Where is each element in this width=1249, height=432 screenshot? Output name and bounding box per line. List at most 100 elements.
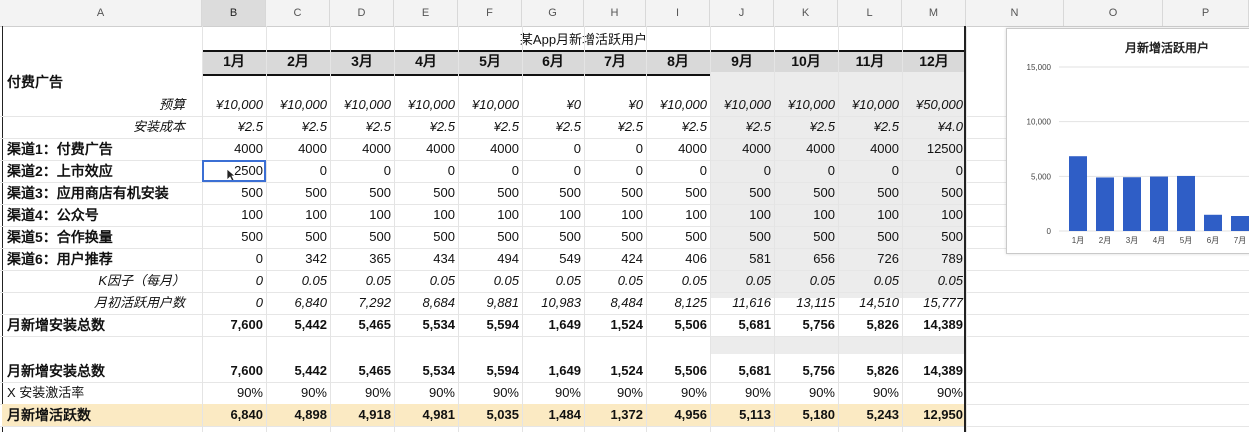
cell-r13-c8[interactable]: 5,506 (646, 360, 710, 382)
cell-r5-c1[interactable]: 500 (202, 182, 266, 204)
cell-r2-c3[interactable]: ¥2.5 (330, 116, 394, 138)
cell-r11-c6[interactable]: 1,649 (522, 314, 584, 336)
month-header-2[interactable]: 2月 (266, 50, 330, 72)
cell-r8-c1[interactable]: 0 (202, 248, 266, 270)
cell-r14-c1[interactable]: 90% (202, 382, 266, 404)
cell-r14-c5[interactable]: 90% (458, 382, 522, 404)
month-header-11[interactable]: 11月 (838, 50, 902, 72)
cell-r4-c11[interactable]: 0 (838, 160, 902, 182)
cell-r9-c8[interactable]: 0.05 (646, 270, 710, 292)
cell-r10-c8[interactable]: 8,125 (646, 292, 710, 314)
cell-r15-c11[interactable]: 5,243 (838, 404, 902, 426)
cell-r14-c7[interactable]: 90% (584, 382, 646, 404)
row-label-2[interactable]: 安装成本 (4, 116, 188, 138)
column-header-m[interactable]: M (902, 0, 966, 26)
cell-r8-c5[interactable]: 494 (458, 248, 522, 270)
cell-r14-c10[interactable]: 90% (774, 382, 838, 404)
cell-r10-c3[interactable]: 7,292 (330, 292, 394, 314)
month-header-7[interactable]: 7月 (584, 50, 646, 72)
cell-r5-c9[interactable]: 500 (710, 182, 774, 204)
cell-r6-c12[interactable]: 100 (902, 204, 966, 226)
cell-r3-c2[interactable]: 4000 (266, 138, 330, 160)
cell-r5-c11[interactable]: 500 (838, 182, 902, 204)
row-label-1[interactable]: 预算 (4, 94, 188, 116)
column-header-p[interactable]: P (1163, 0, 1249, 26)
cell-r7-c11[interactable]: 500 (838, 226, 902, 248)
cell-r6-c10[interactable]: 100 (774, 204, 838, 226)
cell-r11-c12[interactable]: 14,389 (902, 314, 966, 336)
row-label-3[interactable]: 渠道1：付费广告 (4, 138, 200, 160)
cell-r10-c7[interactable]: 8,484 (584, 292, 646, 314)
cell-r14-c12[interactable]: 90% (902, 382, 966, 404)
cell-r11-c1[interactable]: 7,600 (202, 314, 266, 336)
cell-r11-c9[interactable]: 5,681 (710, 314, 774, 336)
cell-r10-c5[interactable]: 9,881 (458, 292, 522, 314)
cell-r11-c11[interactable]: 5,826 (838, 314, 902, 336)
cell-r3-c12[interactable]: 12500 (902, 138, 966, 160)
cell-r8-c8[interactable]: 406 (646, 248, 710, 270)
month-header-1[interactable]: 1月 (202, 50, 266, 72)
cell-r9-c5[interactable]: 0.05 (458, 270, 522, 292)
cell-r1-c9[interactable]: ¥10,000 (710, 94, 774, 116)
cell-r12-c7[interactable] (584, 336, 646, 358)
cell-r8-c6[interactable]: 549 (522, 248, 584, 270)
cell-r11-c5[interactable]: 5,594 (458, 314, 522, 336)
cell-r8-c11[interactable]: 726 (838, 248, 902, 270)
cell-r5-c12[interactable]: 500 (902, 182, 966, 204)
month-header-6[interactable]: 6月 (522, 50, 584, 72)
month-header-5[interactable]: 5月 (458, 50, 522, 72)
cell-r10-c4[interactable]: 8,684 (394, 292, 458, 314)
cell-r10-c2[interactable]: 6,840 (266, 292, 330, 314)
cell-r1-c2[interactable]: ¥10,000 (266, 94, 330, 116)
cell-r4-c4[interactable]: 0 (394, 160, 458, 182)
cell-r1-c6[interactable]: ¥0 (522, 94, 584, 116)
cell-r6-c11[interactable]: 100 (838, 204, 902, 226)
cell-r9-c10[interactable]: 0.05 (774, 270, 838, 292)
column-header-b[interactable]: B (202, 0, 266, 26)
cell-r9-c11[interactable]: 0.05 (838, 270, 902, 292)
cell-r14-c4[interactable]: 90% (394, 382, 458, 404)
cell-r12-c10[interactable] (774, 336, 838, 358)
row-label-13[interactable]: 月新增安装总数 (4, 360, 200, 382)
cell-r8-c4[interactable]: 434 (394, 248, 458, 270)
embedded-bar-chart[interactable]: 月新增活跃用户 15,000 10,000 5,000 0 1月 2月 3月 4月 5月 6月 7月 (1006, 28, 1249, 254)
cell-r1-c12[interactable]: ¥50,000 (902, 94, 966, 116)
cell-r4-c2[interactable]: 0 (266, 160, 330, 182)
cell-r8-c7[interactable]: 424 (584, 248, 646, 270)
row-label-10[interactable]: 月初活跃用户数 (4, 292, 188, 314)
cell-r7-c8[interactable]: 500 (646, 226, 710, 248)
cell-r11-c3[interactable]: 5,465 (330, 314, 394, 336)
cell-r6-c5[interactable]: 100 (458, 204, 522, 226)
cell-r5-c6[interactable]: 500 (522, 182, 584, 204)
column-header-o[interactable]: O (1064, 0, 1163, 26)
cell-r8-c9[interactable]: 581 (710, 248, 774, 270)
cell-r14-c8[interactable]: 90% (646, 382, 710, 404)
cell-r2-c2[interactable]: ¥2.5 (266, 116, 330, 138)
cell-r15-c7[interactable]: 1,372 (584, 404, 646, 426)
month-header-12[interactable]: 12月 (902, 50, 966, 72)
cell-r11-c4[interactable]: 5,534 (394, 314, 458, 336)
cell-r12-c5[interactable] (458, 336, 522, 358)
cell-r13-c4[interactable]: 5,534 (394, 360, 458, 382)
cell-r8-c2[interactable]: 342 (266, 248, 330, 270)
column-header-h[interactable]: H (584, 0, 646, 26)
cell-r5-c7[interactable]: 500 (584, 182, 646, 204)
column-header-c[interactable]: C (266, 0, 330, 26)
cell-r15-c10[interactable]: 5,180 (774, 404, 838, 426)
cell-r6-c6[interactable]: 100 (522, 204, 584, 226)
cell-r15-c3[interactable]: 4,918 (330, 404, 394, 426)
cell-r13-c3[interactable]: 5,465 (330, 360, 394, 382)
cell-r4-c8[interactable]: 0 (646, 160, 710, 182)
cell-r9-c1[interactable]: 0 (202, 270, 266, 292)
cell-r5-c5[interactable]: 500 (458, 182, 522, 204)
cell-r6-c4[interactable]: 100 (394, 204, 458, 226)
cell-r3-c9[interactable]: 4000 (710, 138, 774, 160)
cell-r14-c2[interactable]: 90% (266, 382, 330, 404)
cell-r1-c8[interactable]: ¥10,000 (646, 94, 710, 116)
cell-r12-c6[interactable] (522, 336, 584, 358)
cell-r15-c8[interactable]: 4,956 (646, 404, 710, 426)
cell-r1-c11[interactable]: ¥10,000 (838, 94, 902, 116)
cell-r2-c9[interactable]: ¥2.5 (710, 116, 774, 138)
cell-r2-c12[interactable]: ¥4.0 (902, 116, 966, 138)
cell-r5-c10[interactable]: 500 (774, 182, 838, 204)
